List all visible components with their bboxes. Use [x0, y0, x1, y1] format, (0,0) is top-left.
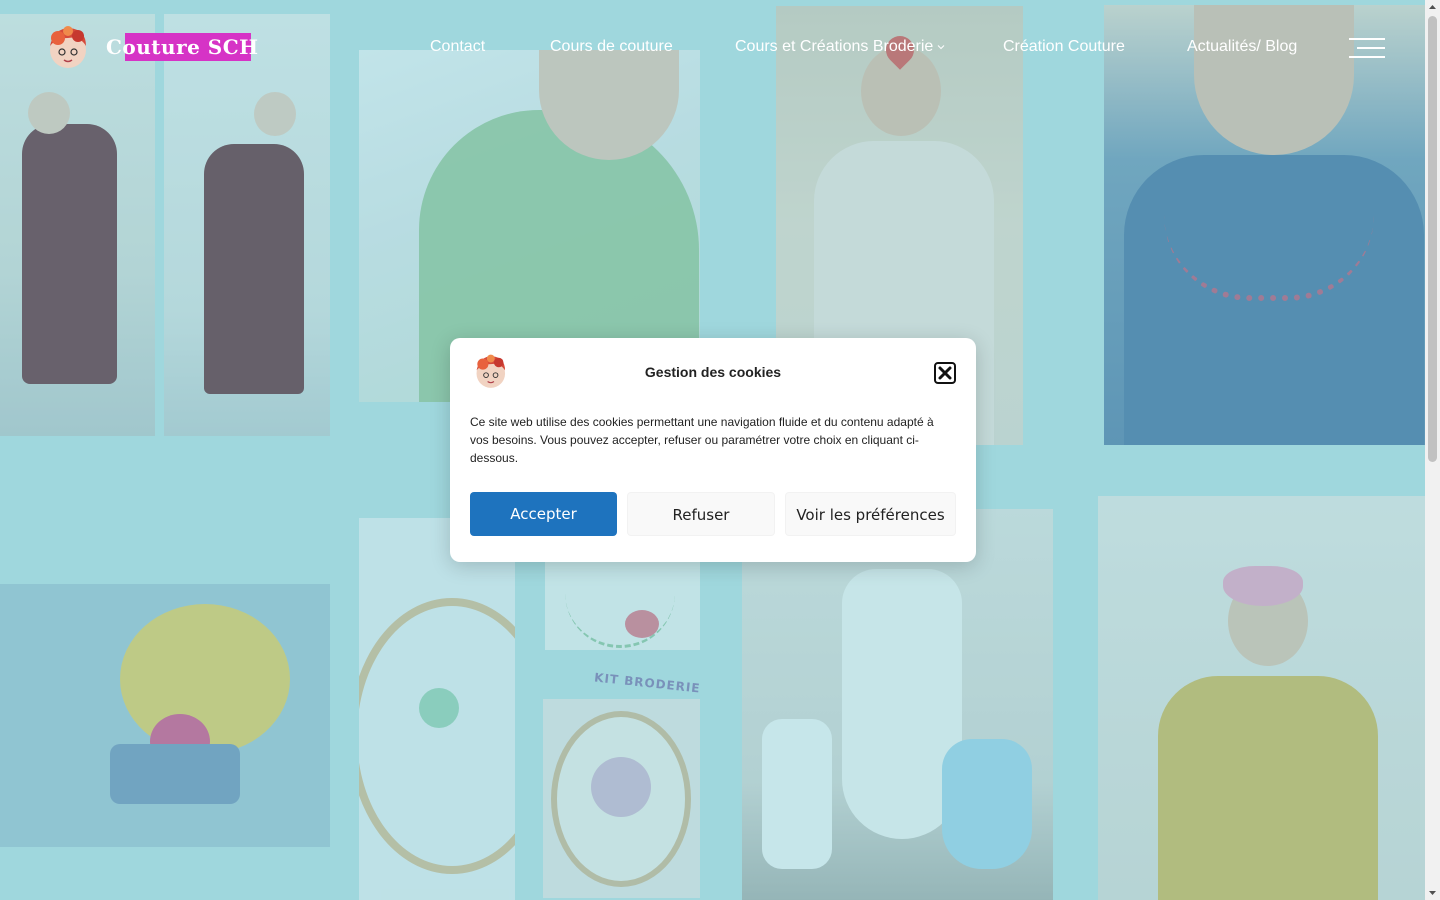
hamburger-menu-icon[interactable] [1349, 36, 1385, 60]
scroll-up-arrow-icon[interactable] [1425, 0, 1440, 14]
nav-item-creation-couture[interactable]: Création Couture [1003, 37, 1125, 57]
nav-item-contact[interactable]: Contact [430, 37, 485, 57]
close-icon[interactable] [934, 362, 956, 384]
logo-icon[interactable] [44, 24, 90, 72]
nav-item-cours-de-couture[interactable]: Cours de couture [550, 37, 673, 57]
cookie-dialog-title: Gestion des cookies [644, 364, 782, 380]
brand-name[interactable]: Couture SCH [106, 33, 259, 61]
cookie-dialog-message: Ce site web utilise des cookies permetta… [470, 415, 934, 465]
site-header: Couture SCH Contact Cours de couture Cou… [0, 0, 1425, 96]
chevron-down-icon [937, 44, 945, 49]
refuse-cookies-button[interactable]: Refuser [627, 492, 775, 536]
scroll-down-arrow-icon[interactable] [1425, 886, 1440, 900]
view-preferences-button[interactable]: Voir les préférences [785, 492, 956, 536]
scroll-thumb[interactable] [1428, 16, 1437, 462]
accept-cookies-button[interactable]: Accepter [470, 492, 617, 536]
page-scrollbar[interactable] [1425, 0, 1440, 900]
brand-name-text: Couture SCH [106, 35, 259, 59]
nav-item-actualites-blog[interactable]: Actualités/ Blog [1187, 37, 1297, 57]
cookie-consent-dialog: Gestion des cookies Ce site web utilise … [450, 338, 976, 562]
nav-item-label: Cours et Créations Broderie [735, 38, 934, 55]
nav-item-cours-et-creations-broderie[interactable]: Cours et Créations Broderie [735, 37, 945, 57]
